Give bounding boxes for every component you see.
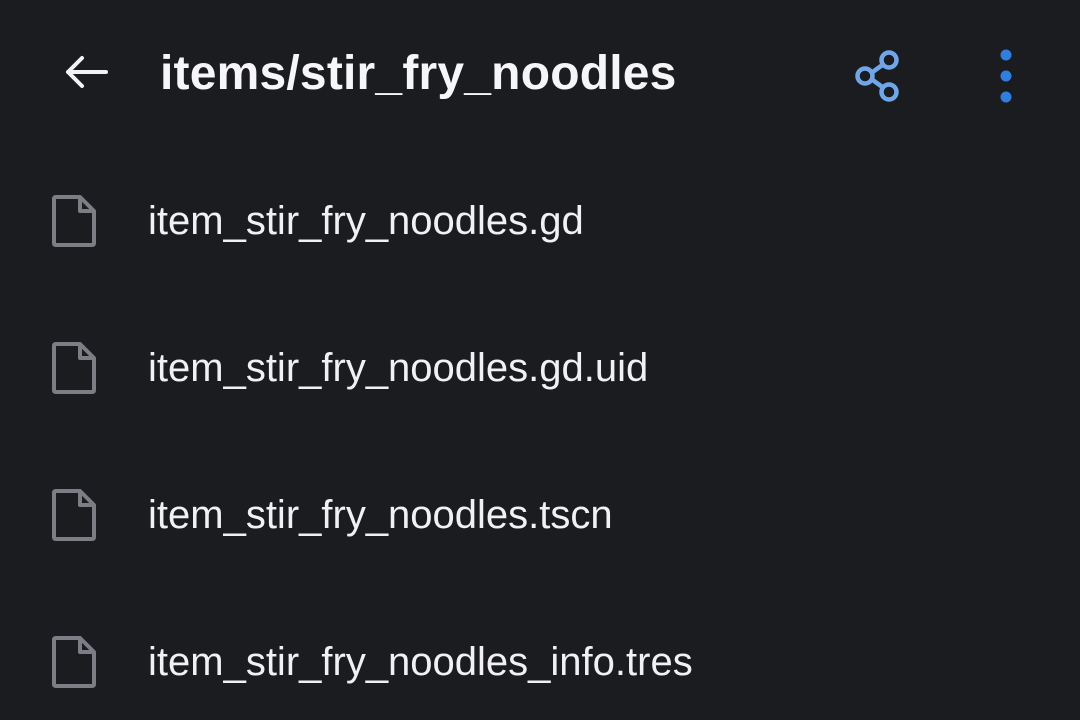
more-options-button[interactable] (982, 44, 1030, 108)
file-name: item_stir_fry_noodles_info.tres (148, 640, 693, 684)
back-button[interactable] (58, 48, 114, 96)
page-title: items/stir_fry_noodles (160, 47, 677, 100)
arrow-left-icon (66, 56, 108, 88)
share-icon (855, 50, 899, 102)
app-bar: items/stir_fry_noodles (0, 0, 1080, 150)
file-icon (52, 195, 96, 247)
file-row[interactable]: item_stir_fry_noodles_info.tres (0, 588, 1080, 720)
file-row[interactable]: item_stir_fry_noodles.gd.uid (0, 294, 1080, 441)
file-name: item_stir_fry_noodles.gd.uid (148, 346, 649, 390)
file-name: item_stir_fry_noodles.gd (148, 199, 584, 243)
file-icon (52, 489, 96, 541)
file-list: item_stir_fry_noodles.gd item_stir_fry_n… (0, 147, 1080, 720)
file-name: item_stir_fry_noodles.tscn (148, 493, 613, 537)
file-row[interactable]: item_stir_fry_noodles.tscn (0, 441, 1080, 588)
file-icon (52, 342, 96, 394)
file-row[interactable]: item_stir_fry_noodles.gd (0, 147, 1080, 294)
share-button[interactable] (846, 44, 910, 108)
file-icon (52, 636, 96, 688)
more-vertical-icon (1000, 49, 1012, 103)
